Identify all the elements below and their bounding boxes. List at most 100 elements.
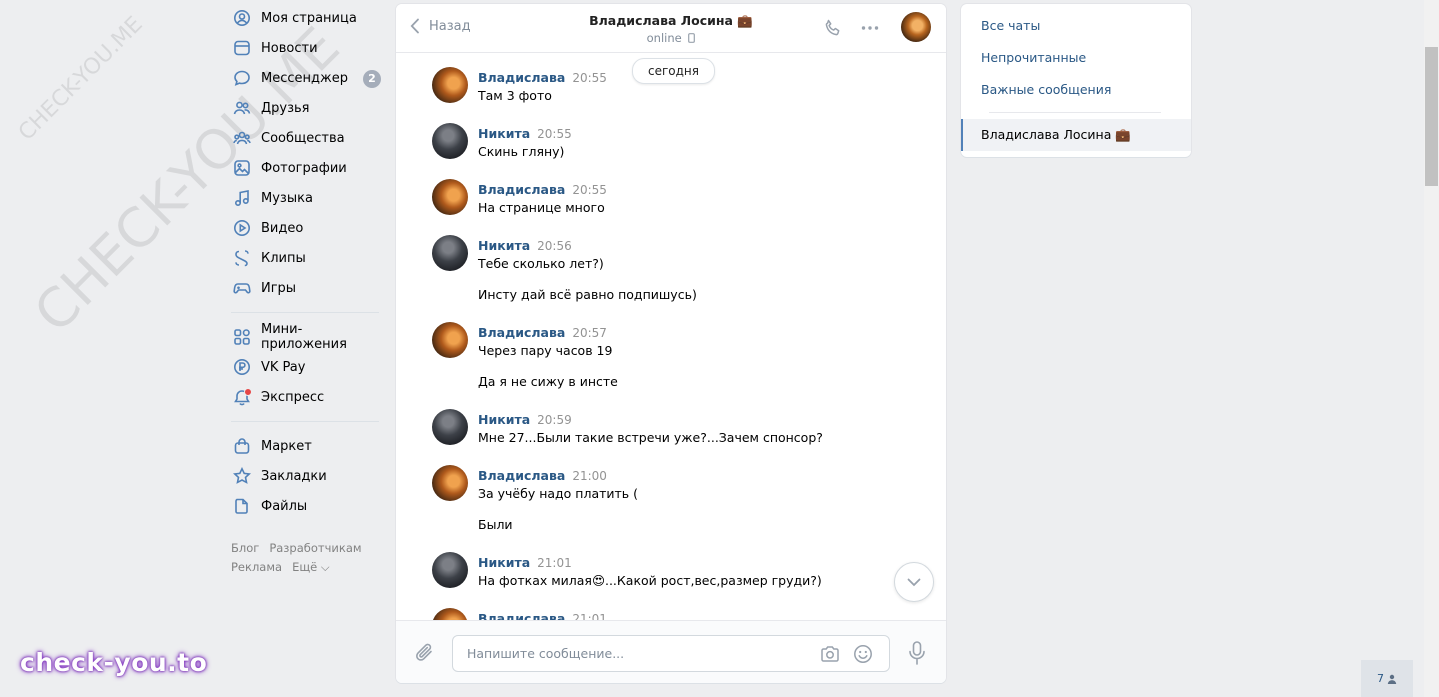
message-author[interactable]: Никита 20:59 bbox=[478, 412, 572, 427]
friends-icon bbox=[233, 99, 251, 117]
message-author[interactable]: Никита 21:01 bbox=[478, 555, 572, 570]
message-input[interactable] bbox=[465, 636, 809, 671]
footer-link-ads[interactable]: Реклама bbox=[231, 560, 282, 574]
nav-label: Новости bbox=[261, 40, 318, 56]
news-icon bbox=[233, 39, 251, 57]
active-chat-item[interactable]: Владислава Лосина 💼 bbox=[961, 119, 1191, 151]
nav-item-photos[interactable]: Фотографии bbox=[231, 153, 381, 183]
clips-icon bbox=[233, 249, 251, 267]
more-icon[interactable] bbox=[860, 18, 880, 38]
nav-label: Музыка bbox=[261, 190, 313, 206]
avatar[interactable] bbox=[432, 552, 468, 588]
nav-item-vk-pay[interactable]: VK Pay bbox=[231, 352, 381, 382]
nav-item-video[interactable]: Видео bbox=[231, 213, 381, 243]
watermark-small: CHECK-YOU.ME bbox=[14, 11, 148, 146]
attach-icon[interactable] bbox=[414, 641, 436, 665]
filter-unread[interactable]: Непрочитанные bbox=[981, 50, 1086, 65]
avatar[interactable] bbox=[432, 235, 468, 271]
nav-item-bookmarks[interactable]: Закладки bbox=[231, 461, 381, 491]
avatar[interactable] bbox=[432, 179, 468, 215]
nav-item-clips[interactable]: Клипы bbox=[231, 243, 381, 273]
message-time: 21:01 bbox=[537, 556, 572, 570]
scrollbar-thumb[interactable] bbox=[1425, 47, 1438, 186]
nav-item-news[interactable]: Новости bbox=[231, 33, 381, 63]
message-author[interactable]: Никита 20:56 bbox=[478, 238, 572, 253]
vkpay-icon bbox=[233, 358, 251, 376]
left-navigation: Моя страница Новости Мессенджер 2 Друзья… bbox=[231, 0, 381, 577]
avatar[interactable] bbox=[432, 409, 468, 445]
nav-item-messenger[interactable]: Мессенджер 2 bbox=[231, 63, 381, 93]
microphone-icon[interactable] bbox=[907, 640, 927, 666]
filter-important[interactable]: Важные сообщения bbox=[981, 82, 1111, 97]
nav-item-music[interactable]: Музыка bbox=[231, 183, 381, 213]
message-time: 20:56 bbox=[537, 239, 572, 253]
nav-label: Друзья bbox=[261, 100, 310, 116]
message-input-box bbox=[452, 635, 890, 672]
filter-all-chats[interactable]: Все чаты bbox=[981, 18, 1040, 33]
scroll-to-bottom-button[interactable] bbox=[894, 562, 934, 602]
avatar[interactable] bbox=[432, 67, 468, 103]
notification-dot bbox=[244, 388, 252, 396]
nav-item-files[interactable]: Файлы bbox=[231, 491, 381, 521]
message-text: Скинь гляну) bbox=[478, 144, 565, 159]
footer-link-blog[interactable]: Блог bbox=[231, 541, 259, 555]
message-author[interactable]: Владислава 20:55 bbox=[478, 70, 607, 85]
message-author[interactable]: Владислава 21:00 bbox=[478, 468, 607, 483]
message-text: Там 3 фото bbox=[478, 88, 552, 103]
files-icon bbox=[233, 497, 251, 515]
footer-link-more[interactable]: Ещё ⌵ bbox=[292, 560, 330, 574]
nav-label: Игры bbox=[261, 280, 297, 296]
message-text: На фотках милая😍...Какой рост,вес,размер… bbox=[478, 573, 822, 588]
message-time: 20:59 bbox=[537, 413, 572, 427]
apps-icon bbox=[233, 328, 251, 346]
nav-label: Мессенджер bbox=[261, 70, 348, 86]
chat-avatar[interactable] bbox=[901, 12, 931, 42]
communities-icon bbox=[233, 129, 251, 147]
message-text: За учёбу надо платить ( bbox=[478, 486, 639, 501]
market-icon bbox=[233, 437, 251, 455]
message-author[interactable]: Никита 20:55 bbox=[478, 126, 572, 141]
nav-label: Закладки bbox=[261, 468, 327, 484]
nav-item-mini-apps[interactable]: Мини-приложения bbox=[231, 322, 381, 352]
nav-divider bbox=[231, 421, 379, 422]
message-text: Тебе сколько лет?) bbox=[478, 256, 604, 271]
message-icon bbox=[233, 69, 251, 87]
active-chat-label: Владислава Лосина 💼 bbox=[981, 127, 1131, 142]
message-text: Да я не сижу в инсте bbox=[478, 374, 618, 389]
nav-item-my-page[interactable]: Моя страница bbox=[231, 3, 381, 33]
avatar[interactable] bbox=[432, 322, 468, 358]
message-author[interactable]: Владислава 20:55 bbox=[478, 182, 607, 197]
message-time: 20:55 bbox=[537, 127, 572, 141]
nav-item-friends[interactable]: Друзья bbox=[231, 93, 381, 123]
phone-icon[interactable] bbox=[823, 18, 843, 38]
avatar[interactable] bbox=[432, 123, 468, 159]
bookmark-icon bbox=[233, 467, 251, 485]
unread-badge: 2 bbox=[363, 70, 381, 88]
avatar[interactable] bbox=[432, 465, 468, 501]
nav-divider bbox=[231, 312, 379, 313]
nav-item-games[interactable]: Игры bbox=[231, 273, 381, 303]
nav-label: Клипы bbox=[261, 250, 306, 266]
emoji-icon[interactable] bbox=[852, 643, 874, 665]
nav-item-communities[interactable]: Сообщества bbox=[231, 123, 381, 153]
nav-label: Сообщества bbox=[261, 130, 345, 146]
message-author[interactable]: Владислава 20:57 bbox=[478, 325, 607, 340]
music-icon bbox=[233, 189, 251, 207]
watermark-logo: check-you.to bbox=[20, 648, 208, 677]
message-text: Через пару часов 19 bbox=[478, 343, 613, 358]
photo-icon bbox=[233, 159, 251, 177]
message-history[interactable]: сегодня Владислава 20:55 Там 3 фото Никит… bbox=[396, 53, 946, 621]
nav-label: Мини-приложения bbox=[261, 322, 347, 352]
games-icon bbox=[233, 279, 251, 297]
nav-item-market[interactable]: Маркет bbox=[231, 431, 381, 461]
message-time: 20:55 bbox=[572, 183, 607, 197]
footer-link-developers[interactable]: Разработчикам bbox=[269, 541, 361, 555]
chat-panel: Назад Владислава Лосина 💼 online сегодня… bbox=[396, 4, 946, 683]
video-icon bbox=[233, 219, 251, 237]
nav-item-express[interactable]: Экспресс bbox=[231, 382, 381, 412]
camera-icon[interactable] bbox=[819, 643, 841, 665]
mobile-icon bbox=[688, 33, 696, 43]
online-status: online bbox=[646, 31, 682, 45]
nav-label: VK Pay bbox=[261, 359, 306, 375]
online-friends-button[interactable]: 7 bbox=[1361, 660, 1413, 697]
